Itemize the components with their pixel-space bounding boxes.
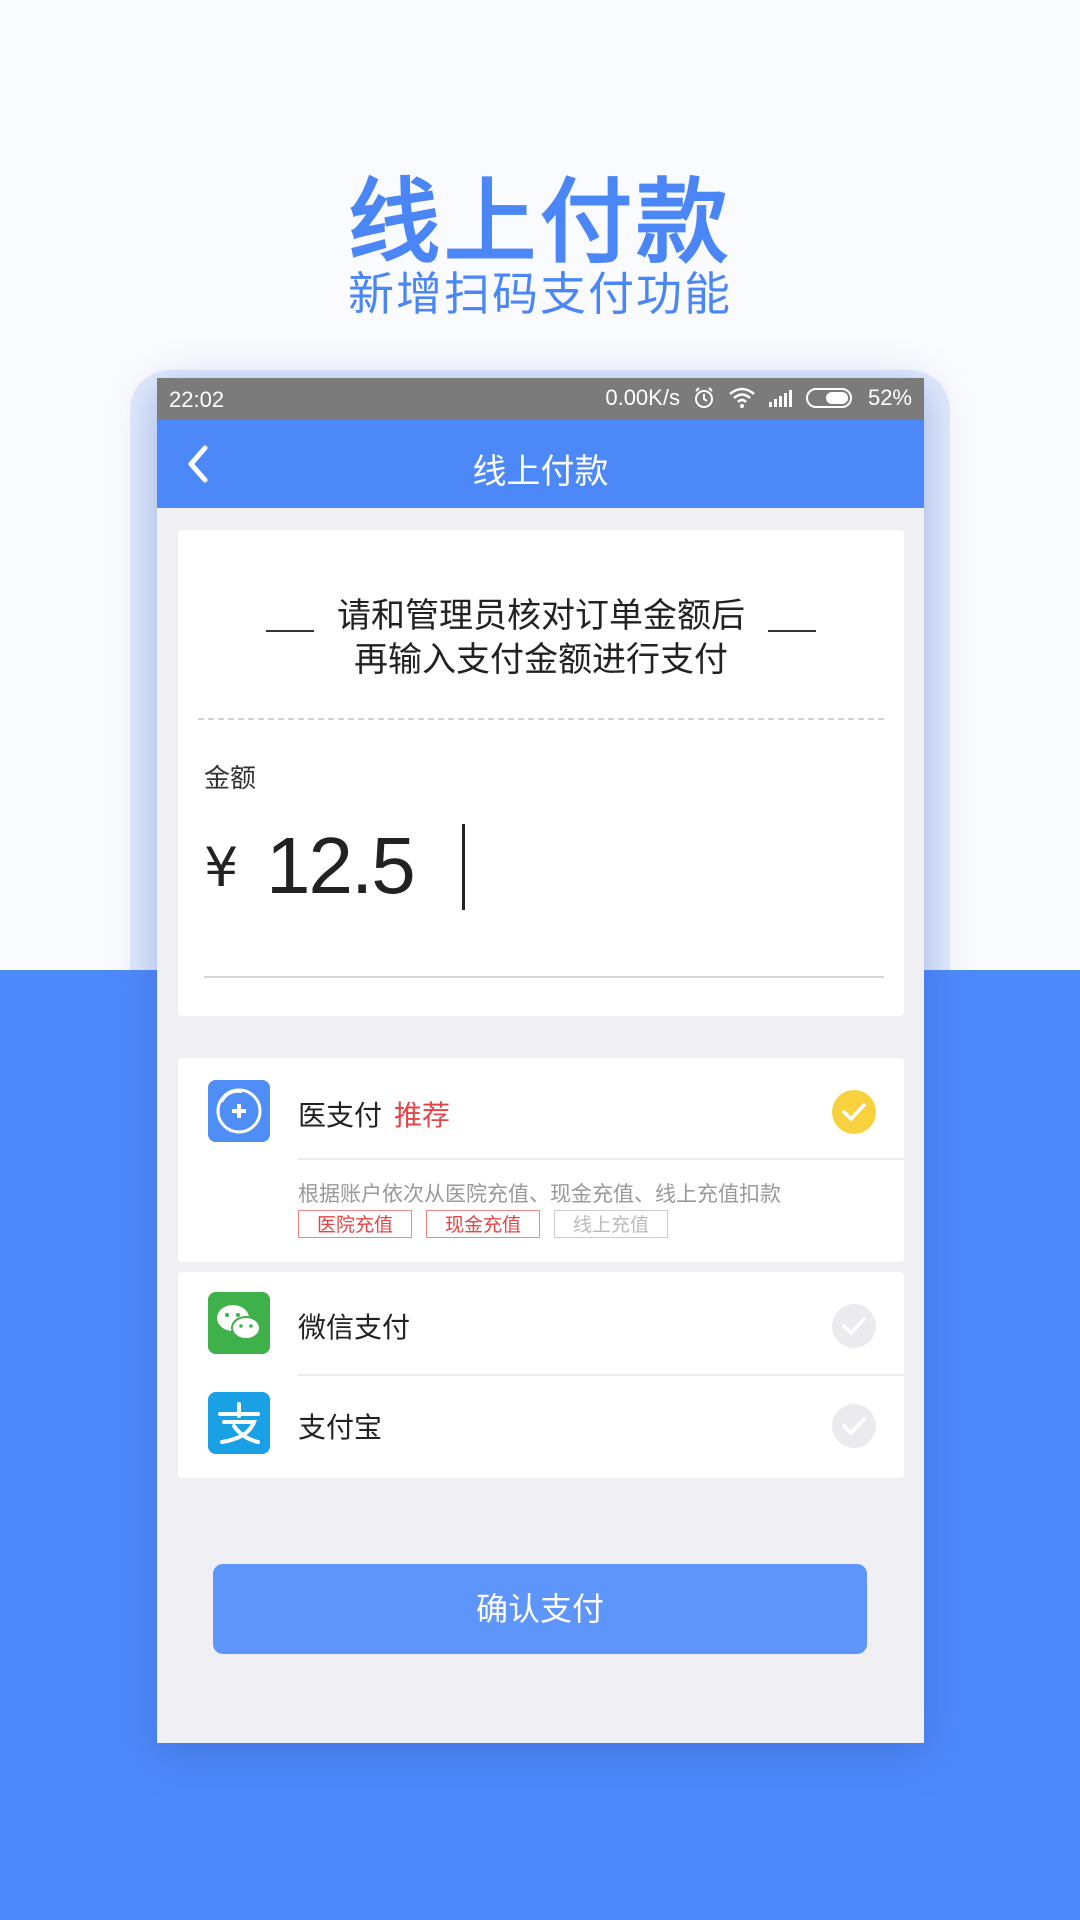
- amount-input[interactable]: 12.5: [266, 820, 416, 912]
- phone-screen: 22:02 0.00K/s 52% 线上付款 请和管理员核对订单金额后 再输入支…: [157, 378, 924, 1743]
- tag-online-recharge: 线上充值: [554, 1210, 668, 1238]
- amount-underline: [204, 976, 884, 978]
- selected-check-icon[interactable]: [832, 1090, 876, 1134]
- notice-line-2: 再输入支付金额进行支付: [354, 640, 728, 680]
- medical-pay-icon: [208, 1080, 270, 1142]
- network-speed: 0.00K/s: [605, 385, 680, 410]
- battery-icon: [805, 388, 852, 408]
- text-cursor: [462, 824, 465, 910]
- alarm-icon: [694, 387, 713, 408]
- payment-description: 根据账户依次从医院充值、现金充值、线上充值扣款: [298, 1182, 781, 1206]
- navigation-bar: 线上付款: [157, 420, 924, 508]
- hero-subtitle: 新增扫码支付功能: [348, 267, 732, 321]
- confirm-payment-button[interactable]: 确认支付: [213, 1564, 867, 1654]
- tag-hospital-recharge: 医院充值: [298, 1210, 412, 1238]
- notice-line-1: 请和管理员核对订单金额后: [337, 596, 745, 636]
- recommend-badge: 推荐: [394, 1099, 451, 1132]
- tag-cash-recharge: 现金充值: [426, 1210, 540, 1238]
- dashed-divider: [198, 718, 884, 720]
- currency-symbol: ¥: [204, 836, 239, 899]
- alipay-icon: [208, 1392, 270, 1454]
- payment-name-medical: 医支付 推荐: [298, 1094, 450, 1134]
- amount-card: 请和管理员核对订单金额后 再输入支付金额进行支付 金额 ¥ 12.5: [178, 530, 904, 1016]
- page-title: 线上付款: [472, 452, 609, 492]
- notice-text: 请和管理员核对订单金额后 再输入支付金额进行支付: [178, 594, 904, 682]
- signal-icon: [768, 390, 792, 407]
- amount-label: 金额: [204, 764, 257, 794]
- status-right-group: 0.00K/s 52%: [605, 385, 912, 411]
- wifi-icon: [729, 387, 755, 408]
- separator: [298, 1158, 904, 1160]
- payment-options-other: 微信支付 支付宝: [178, 1272, 904, 1478]
- unselected-check-icon-wechat[interactable]: [832, 1304, 876, 1348]
- payment-name-alipay: 支付宝: [298, 1411, 383, 1444]
- wechat-pay-icon: [208, 1292, 270, 1354]
- payment-name-medical-text: 医支付: [298, 1099, 383, 1132]
- separator: [298, 1374, 904, 1376]
- unselected-check-icon-alipay[interactable]: [832, 1404, 876, 1448]
- status-time: 22:02: [169, 387, 225, 412]
- payment-option-medical[interactable]: 医支付 推荐 根据账户依次从医院充值、现金充值、线上充值扣款 医院充值 现金充值 …: [178, 1058, 904, 1262]
- status-bar: 22:02 0.00K/s 52%: [157, 378, 924, 420]
- battery-percent: 52%: [867, 385, 912, 410]
- payment-name-wechat: 微信支付: [298, 1311, 411, 1344]
